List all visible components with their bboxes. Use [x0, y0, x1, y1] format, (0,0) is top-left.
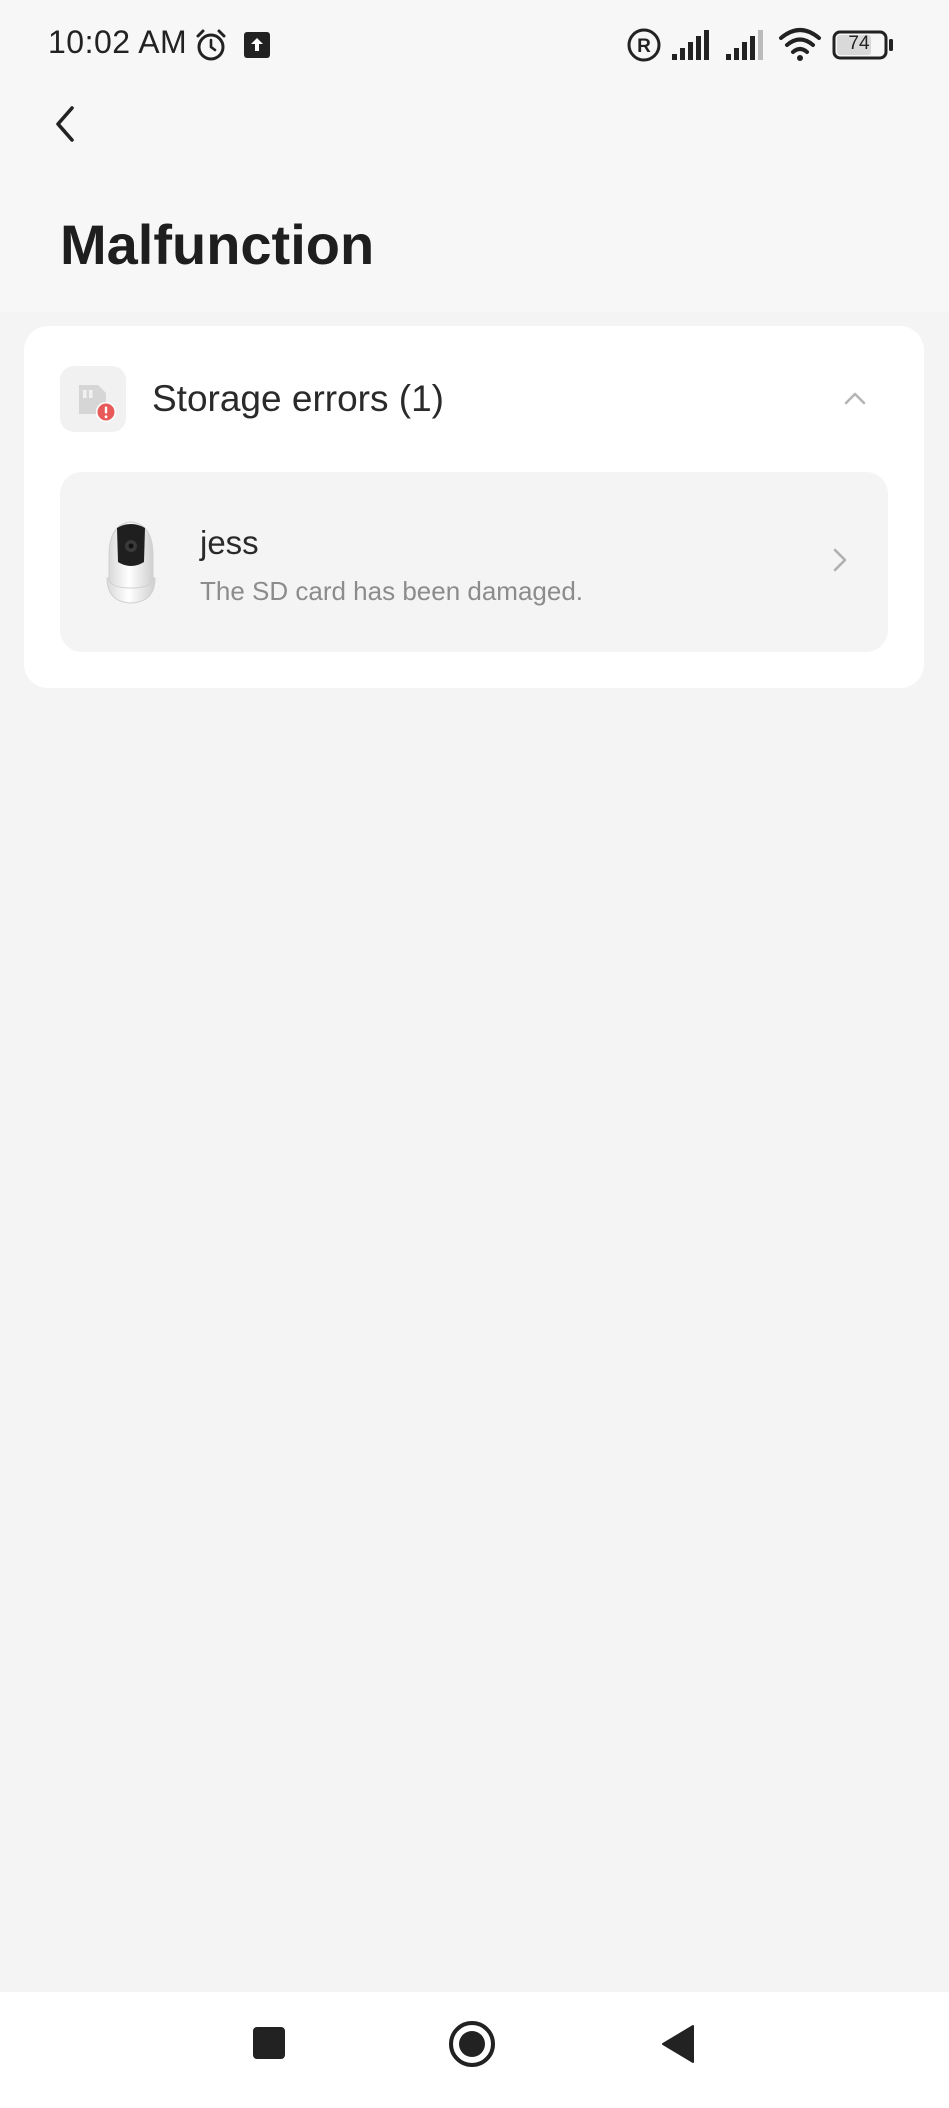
- device-name: jess: [200, 524, 259, 561]
- status-time: 10:02 AM: [48, 24, 188, 60]
- chevron-right-icon: [833, 548, 847, 572]
- signal-icon: [726, 30, 763, 60]
- chevron-up-icon[interactable]: [840, 388, 870, 408]
- registered-icon: R: [627, 28, 661, 62]
- error-message: The SD card has been damaged.: [200, 576, 584, 606]
- malfunction-group-card: Storage errors (1) jess The SD card has …: [24, 326, 924, 688]
- status-bar: 10:02 AM R 74: [0, 0, 949, 90]
- page-title: Malfunction: [60, 213, 375, 276]
- battery-level-text: 74: [848, 33, 870, 54]
- sd-card-error-icon: [60, 366, 126, 432]
- list-item[interactable]: jess The SD card has been damaged.: [60, 472, 888, 652]
- group-title: Storage errors (1): [152, 378, 444, 419]
- home-circle-icon[interactable]: [447, 2019, 497, 2069]
- back-triangle-icon[interactable]: [658, 2023, 698, 2065]
- upload-icon: [244, 32, 270, 58]
- storage-errors-group-header[interactable]: Storage errors (1): [24, 326, 924, 472]
- system-nav-bar: [0, 1992, 949, 2108]
- svg-text:R: R: [637, 36, 651, 57]
- back-button[interactable]: [40, 96, 90, 152]
- signal-icon: [672, 30, 709, 60]
- recents-square-icon[interactable]: [250, 2024, 288, 2062]
- alarm-icon: [196, 29, 226, 61]
- camera-device-icon: [106, 521, 156, 604]
- wifi-icon: [779, 28, 821, 61]
